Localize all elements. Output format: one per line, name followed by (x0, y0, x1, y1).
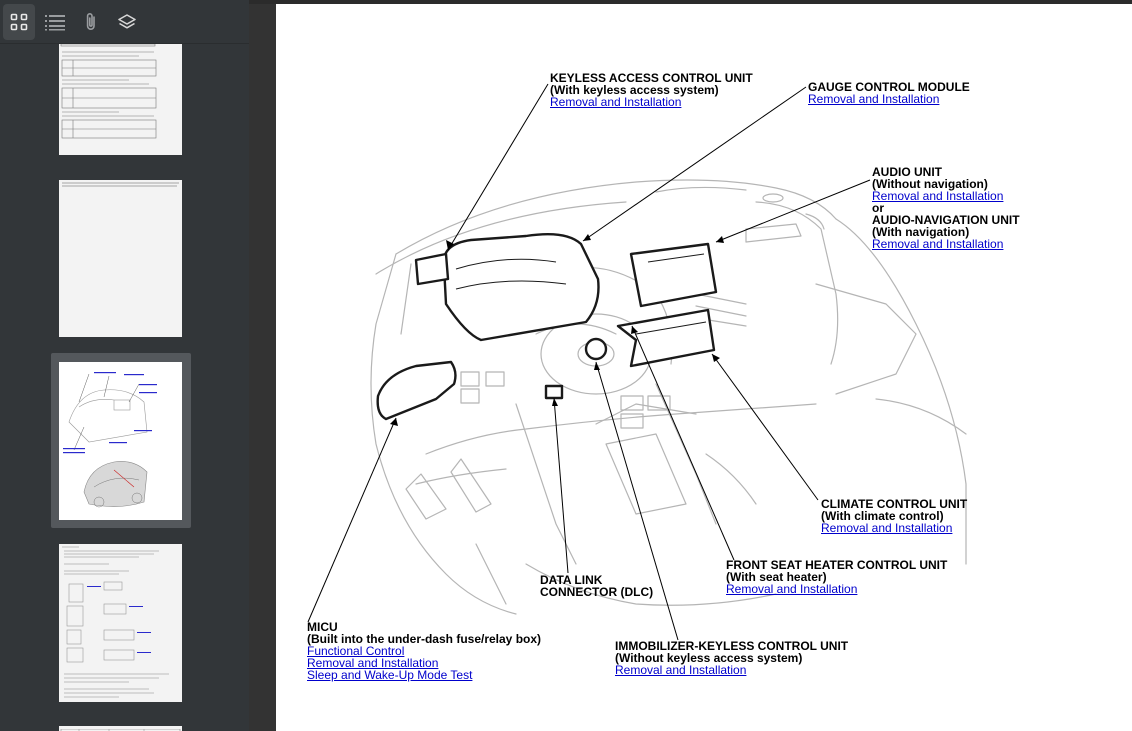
attachments-button[interactable] (75, 4, 107, 40)
thumbnail-preview (62, 546, 169, 698)
thumbnails-button[interactable] (3, 3, 35, 40)
pdf-page: KEYLESS ACCESS CONTROL UNIT (With keyles… (276, 4, 1132, 731)
label-front-seat-heater-control-unit: FRONT SEAT HEATER CONTROL UNIT (With sea… (726, 559, 947, 595)
thumbnail-preview (63, 372, 157, 508)
label-immobilizer-keyless-control-unit: IMMOBILIZER-KEYLESS CONTROL UNIT (Withou… (615, 640, 848, 676)
label-keyless-access-control-unit: KEYLESS ACCESS CONTROL UNIT (With keyles… (550, 72, 753, 108)
seat-removal-link[interactable]: Removal and Installation (726, 583, 947, 595)
label-micu: MICU (Built into the under-dash fuse/rel… (307, 621, 541, 681)
pdf-viewer: KEYLESS ACCESS CONTROL UNIT (With keyles… (0, 0, 1132, 731)
micu-sleep-wakeup-link[interactable]: Sleep and Wake-Up Mode Test (307, 669, 541, 681)
sidebar-toolbar (0, 0, 249, 44)
paperclip-icon (86, 12, 95, 30)
page-thumbnail-selected[interactable] (59, 362, 182, 520)
outline-button[interactable] (39, 4, 71, 40)
climate-removal-link[interactable]: Removal and Installation (821, 522, 967, 534)
thumbnail-list[interactable] (0, 44, 249, 731)
label-data-link-connector: DATA LINK CONNECTOR (DLC) (540, 574, 653, 598)
viewer-gutter (249, 4, 276, 731)
page-thumbnail[interactable] (59, 544, 182, 702)
list-icon (45, 14, 65, 30)
label-audio-unit: AUDIO UNIT (Without navigation) Removal … (872, 166, 1020, 250)
label-gauge-control-module: GAUGE CONTROL MODULE Removal and Install… (808, 81, 970, 105)
thumbnail-preview (60, 44, 157, 139)
sidebar (0, 0, 249, 731)
layers-icon (118, 13, 136, 29)
audio-removal-link[interactable]: Removal and Installation (872, 190, 1020, 202)
audio-nav-removal-link[interactable]: Removal and Installation (872, 238, 1020, 250)
page-thumbnail[interactable] (59, 726, 182, 731)
layers-button[interactable] (111, 4, 143, 40)
gauge-removal-link[interactable]: Removal and Installation (808, 93, 970, 105)
thumbnail-preview (62, 182, 179, 187)
immo-removal-link[interactable]: Removal and Installation (615, 664, 848, 676)
page-thumbnail[interactable] (59, 44, 182, 155)
keyless-removal-link[interactable]: Removal and Installation (550, 96, 753, 108)
dlc-subtitle: CONNECTOR (DLC) (540, 585, 654, 599)
label-climate-control-unit: CLIMATE CONTROL UNIT (With climate contr… (821, 498, 967, 534)
grid-icon (10, 13, 28, 30)
page-thumbnail[interactable] (59, 180, 182, 337)
